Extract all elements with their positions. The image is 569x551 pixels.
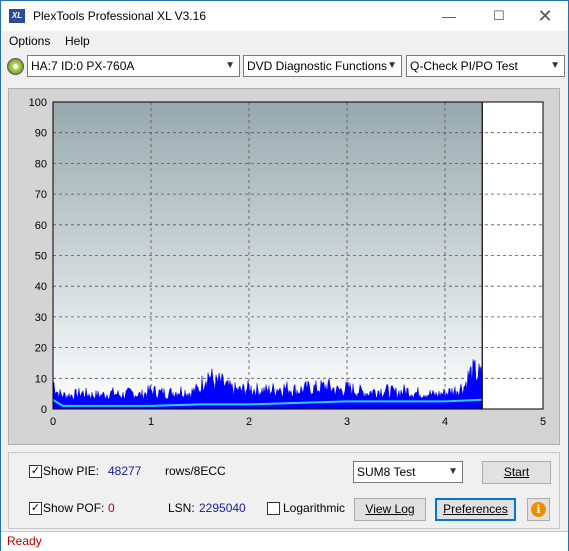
y-tick-label: 40 (35, 281, 47, 293)
start-button-label: Start (503, 465, 530, 479)
chevron-down-icon: ▼ (448, 466, 458, 477)
status-text: Ready (7, 534, 42, 548)
logarithmic-checkbox[interactable] (267, 502, 280, 515)
status-bar: Ready (1, 531, 568, 551)
info-icon: i (531, 502, 546, 517)
y-tick-label: 90 (35, 128, 47, 140)
sum-test-select[interactable]: SUM8 Test ▼ (353, 461, 463, 483)
info-button[interactable]: i (527, 498, 550, 521)
start-button[interactable]: Start (482, 461, 551, 484)
x-tick-label: 1 (148, 416, 154, 428)
show-pie-label: Show PIE: (43, 464, 100, 478)
chevron-down-icon: ▼ (225, 60, 235, 71)
preferences-button-label: Preferences (443, 502, 508, 516)
minimize-button[interactable]: — (426, 1, 472, 31)
maximize-button[interactable]: ☐ (476, 1, 522, 31)
drive-select-value: HA:7 ID:0 PX-760A (31, 59, 135, 73)
x-tick-label: 2 (246, 416, 252, 428)
view-log-button[interactable]: View Log (354, 498, 426, 521)
close-button[interactable]: ✕ (522, 1, 568, 31)
pof-value: 0 (108, 501, 115, 515)
y-tick-label: 100 (29, 97, 47, 109)
menu-options[interactable]: Options (9, 34, 50, 48)
x-tick-label: 3 (344, 416, 350, 428)
pi-po-chart: 0 1 2 3 4 50102030405060708090100 (29, 97, 546, 428)
y-tick-label: 80 (35, 158, 47, 170)
pie-value: 48277 (108, 464, 142, 478)
toolbar: HA:7 ID:0 PX-760A ▼ DVD Diagnostic Funct… (1, 53, 568, 79)
app-window: XL PlexTools Professional XL V3.16 — ☐ ✕… (0, 0, 569, 551)
view-log-button-label: View Log (365, 502, 415, 516)
test-select-value: Q-Check PI/PO Test (410, 59, 518, 73)
chart-frame: 0 1 2 3 4 5 0 10 20 30 40 50 60 70 80 90 100 (8, 88, 560, 445)
x-tick-label: 5 (540, 416, 546, 428)
function-select[interactable]: DVD Diagnostic Functions ▼ (243, 55, 402, 77)
y-tick-label: 60 (35, 220, 47, 232)
sum-test-select-value: SUM8 Test (357, 465, 416, 479)
control-panel: ✓ Show PIE: 48277 rows/8ECC SUM8 Test ▼ … (8, 452, 560, 529)
drive-select[interactable]: HA:7 ID:0 PX-760A ▼ (27, 55, 240, 77)
x-tick-label: 4 (442, 416, 448, 428)
lsn-label: LSN: (168, 501, 195, 515)
y-tick-label: 30 (35, 312, 47, 324)
menu-help-label: Help (65, 34, 90, 48)
y-tick-label: 10 (35, 373, 47, 385)
lsn-value: 2295040 (199, 501, 246, 515)
y-tick-label: 70 (35, 189, 47, 201)
function-select-value: DVD Diagnostic Functions (247, 59, 388, 73)
y-tick-label: 50 (35, 251, 47, 263)
app-logo-icon: XL (9, 9, 25, 23)
y-tick-label: 20 (35, 343, 47, 355)
x-tick-label: 0 (50, 416, 56, 428)
title-bar[interactable]: XL PlexTools Professional XL V3.16 — ☐ ✕ (1, 1, 568, 31)
y-tick-label: 0 (41, 404, 47, 416)
show-pof-label: Show POF: (43, 501, 105, 515)
menu-help[interactable]: Help (65, 34, 90, 48)
window-title: PlexTools Professional XL V3.16 (33, 9, 206, 23)
menu-options-label: Options (9, 34, 51, 48)
test-select[interactable]: Q-Check PI/PO Test ▼ (406, 55, 565, 77)
rows-label: rows/8ECC (165, 464, 226, 478)
chevron-down-icon: ▼ (387, 60, 397, 71)
show-pof-checkbox[interactable]: ✓ (29, 502, 42, 515)
logarithmic-label: Logarithmic (283, 501, 346, 515)
preferences-button[interactable]: Preferences (435, 498, 516, 521)
chevron-down-icon: ▼ (550, 60, 560, 71)
menu-bar: Options Help (1, 31, 568, 53)
disc-drive-icon (7, 58, 24, 75)
show-pie-checkbox[interactable]: ✓ (29, 465, 42, 478)
